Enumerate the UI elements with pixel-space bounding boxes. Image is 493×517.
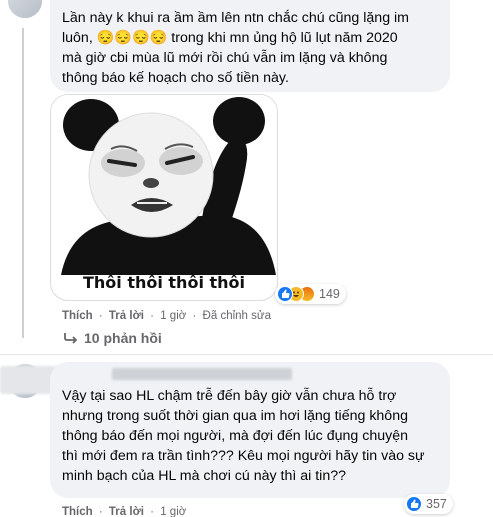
sticker-image[interactable]: Thôi thôi thôi thôi (50, 94, 278, 301)
panda-meme-icon (51, 95, 277, 275)
reaction-summary[interactable]: 149 (275, 284, 346, 304)
timestamp[interactable]: 1 giờ (160, 506, 186, 517)
view-replies-button[interactable]: 10 phản hồi (64, 330, 162, 346)
comment-text: Lần này k khui ra ầm ầm lên ntn chắc chú… (62, 10, 409, 86)
comment-actions: Thích · Trả lời · 1 giờ · Đã chỉnh sửa (62, 310, 271, 322)
replies-label: 10 phản hồi (84, 330, 162, 346)
like-reaction-icon (277, 286, 293, 302)
author-name[interactable] (112, 368, 292, 380)
sticker-caption: Thôi thôi thôi thôi (82, 273, 246, 292)
reaction-summary[interactable]: 357 (404, 494, 453, 514)
reaction-count: 149 (319, 287, 340, 301)
reply-button[interactable]: Trả lời (109, 310, 144, 322)
like-button[interactable]: Thích (62, 506, 93, 517)
timestamp[interactable]: 1 giờ (160, 310, 186, 322)
edited-label: Đã chỉnh sửa (202, 310, 271, 322)
thread-line (22, 28, 24, 338)
reaction-count: 357 (426, 497, 447, 511)
comment-actions: Thích · Trả lời · 1 giờ (62, 506, 187, 517)
comment-text: Vậy tại sao HL chậm trễ đến bây giờ vẫn … (62, 388, 425, 484)
reply-arrow-icon (64, 333, 78, 344)
like-button[interactable]: Thích (62, 310, 93, 322)
reply-button[interactable]: Trả lời (109, 506, 144, 517)
divider (0, 354, 493, 355)
like-reaction-icon (406, 496, 422, 512)
avatar[interactable] (8, 0, 42, 18)
